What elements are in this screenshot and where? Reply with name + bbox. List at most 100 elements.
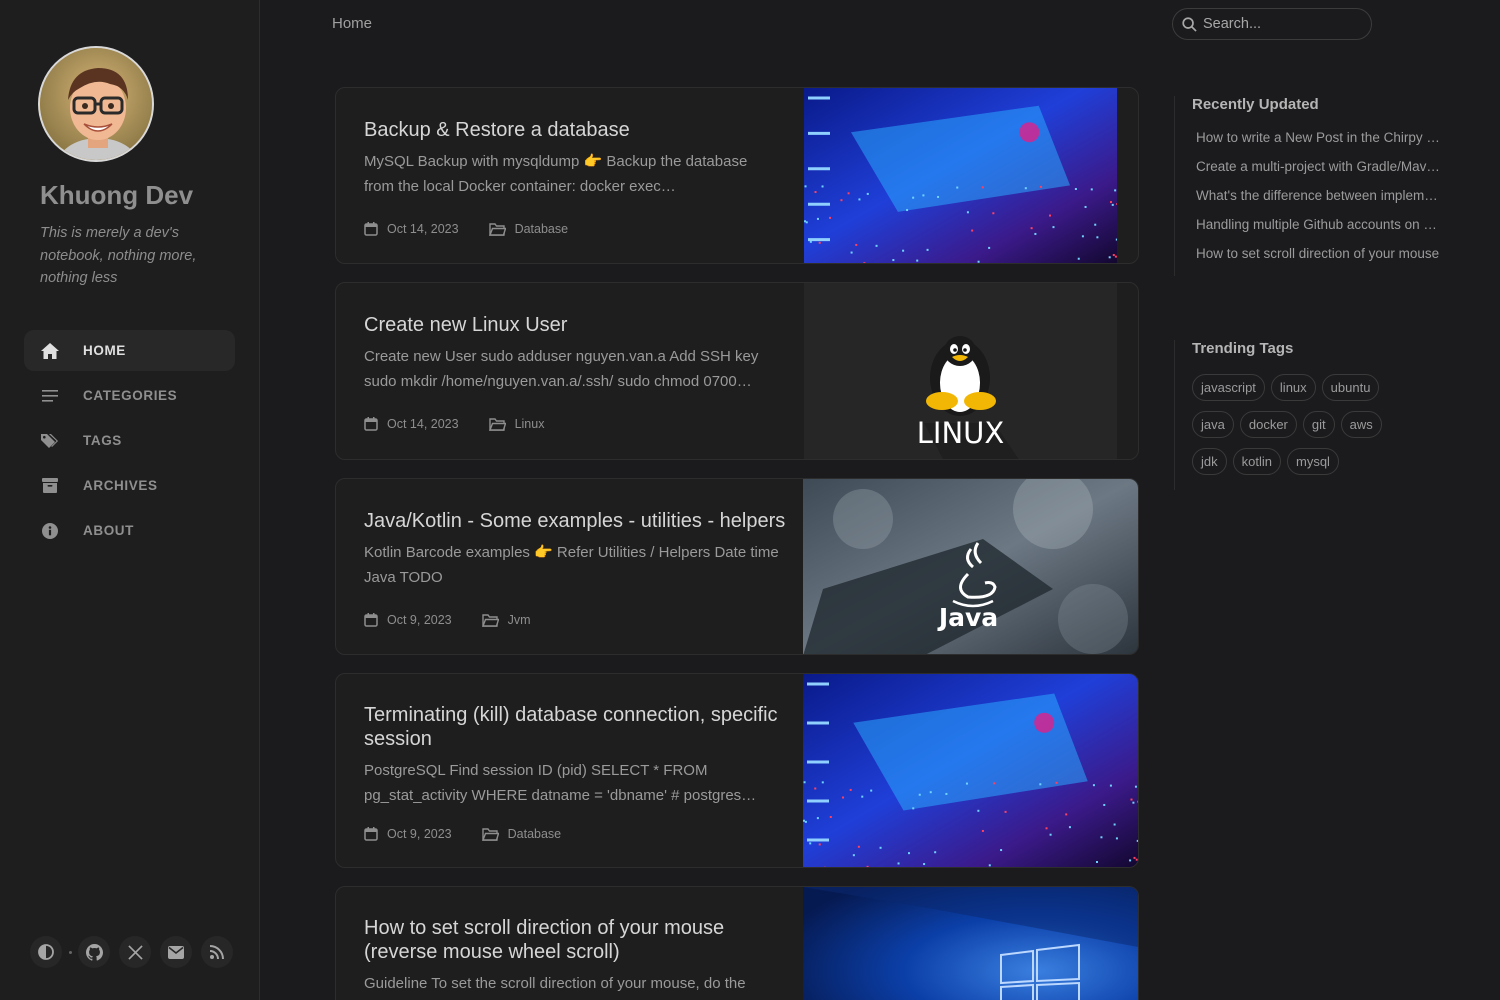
tags-icon — [40, 431, 60, 451]
tag-list: javascript linux ubuntu java docker git … — [1192, 374, 1392, 485]
post-category[interactable]: Database — [515, 222, 569, 236]
tag-pill[interactable]: linux — [1270, 374, 1316, 401]
archive-icon — [40, 476, 60, 496]
info-icon — [40, 521, 60, 541]
post-title[interactable]: How to set scroll direction of your mous… — [364, 916, 779, 964]
nav-item-tags[interactable]: TAGS — [24, 420, 235, 461]
post-body: Terminating (kill) database connection, … — [364, 674, 779, 841]
post-category[interactable]: Database — [508, 827, 562, 841]
post-title[interactable]: Terminating (kill) database connection, … — [364, 703, 779, 751]
post-card[interactable]: Java/Kotlin - Some examples - utilities … — [335, 478, 1139, 655]
calendar-icon — [364, 417, 378, 431]
post-category[interactable]: Jvm — [508, 613, 531, 627]
post-meta: Oct 9, 2023 Database — [364, 827, 561, 841]
rss-link[interactable] — [201, 936, 233, 968]
post-date: Oct 9, 2023 — [387, 613, 452, 627]
nav-label: CATEGORIES — [83, 388, 178, 403]
search-box[interactable] — [1172, 8, 1372, 40]
java-image: Java — [803, 479, 1138, 654]
tag-pill[interactable]: java — [1192, 411, 1234, 438]
folder-icon — [481, 827, 499, 841]
panel-heading: Trending Tags — [1192, 340, 1294, 357]
recent-post-link[interactable]: What's the difference between implementa… — [1192, 181, 1440, 210]
post-meta: Oct 9, 2023 Jvm — [364, 613, 531, 627]
sidebar: Khuong Dev This is merely a dev's notebo… — [0, 0, 260, 1000]
search-input[interactable] — [1203, 16, 1363, 32]
tag-pill[interactable]: kotlin — [1232, 448, 1281, 475]
tag-pill[interactable]: aws — [1340, 411, 1382, 438]
recent-post-link[interactable]: Create a multi-project with Gradle/Maven — [1192, 152, 1440, 181]
post-body: Java/Kotlin - Some examples - utilities … — [364, 479, 785, 627]
post-excerpt: Guideline To set the scroll direction of… — [364, 975, 746, 992]
sidebar-bottom — [30, 936, 242, 968]
linux-caption: LINUX — [916, 416, 1005, 450]
calendar-icon — [364, 613, 378, 627]
post-title[interactable]: Java/Kotlin - Some examples - utilities … — [364, 509, 794, 533]
avatar[interactable] — [38, 46, 154, 162]
post-list: Backup & Restore a database MySQL Backup… — [335, 87, 1139, 1000]
github-link[interactable] — [78, 936, 110, 968]
calendar-icon — [364, 222, 378, 236]
post-excerpt: Create new User sudo adduser nguyen.van.… — [364, 348, 759, 390]
divider-dot — [69, 950, 72, 954]
search-icon — [1182, 16, 1197, 32]
site-title[interactable]: Khuong Dev — [40, 180, 193, 211]
recently-updated: Recently Updated How to write a New Post… — [1174, 96, 1444, 276]
calendar-icon — [364, 827, 378, 841]
java-caption: Java — [938, 603, 999, 632]
nav-item-archives[interactable]: ARCHIVES — [24, 465, 235, 506]
list-icon — [40, 386, 60, 406]
nav-label: TAGS — [83, 433, 122, 448]
post-title[interactable]: Create new Linux User — [364, 313, 779, 337]
post-date: Oct 14, 2023 — [387, 417, 459, 431]
nav-item-home[interactable]: HOME — [24, 330, 235, 371]
sql-image — [803, 674, 1138, 867]
post-body: Create new Linux User Create new User su… — [364, 283, 779, 431]
post-date: Oct 9, 2023 — [387, 827, 452, 841]
nav-item-about[interactable]: ABOUT — [24, 510, 235, 551]
post-excerpt: MySQL Backup with mysqldump 👉 Backup the… — [364, 153, 748, 195]
post-card[interactable]: How to set scroll direction of your mous… — [335, 886, 1139, 1000]
recent-post-link[interactable]: How to write a New Post in the Chirpy th… — [1192, 123, 1440, 152]
nav-label: ARCHIVES — [83, 478, 158, 493]
tag-pill[interactable]: docker — [1239, 411, 1297, 438]
post-card[interactable]: Backup & Restore a database MySQL Backup… — [335, 87, 1139, 264]
post-meta: Oct 14, 2023 Database — [364, 222, 568, 236]
folder-icon — [488, 222, 506, 236]
sql-image — [804, 88, 1117, 263]
post-category[interactable]: Linux — [515, 417, 545, 431]
post-excerpt: PostgreSQL Find session ID (pid) SELECT … — [364, 762, 757, 804]
tag-pill[interactable]: javascript — [1192, 374, 1265, 401]
post-title[interactable]: Backup & Restore a database — [364, 118, 779, 142]
post-meta: Oct 14, 2023 Linux — [364, 417, 544, 431]
post-excerpt: Kotlin Barcode examples 👉 Refer Utilitie… — [364, 544, 779, 586]
home-icon — [40, 341, 60, 361]
post-body: Backup & Restore a database MySQL Backup… — [364, 88, 779, 236]
site-subtitle: This is merely a dev's notebook, nothing… — [40, 225, 197, 286]
breadcrumb: Home — [332, 15, 373, 32]
rss-icon — [210, 945, 224, 959]
theme-toggle-button[interactable] — [30, 936, 62, 968]
x-twitter-icon — [127, 944, 143, 960]
nav-label: HOME — [83, 343, 126, 358]
tag-pill[interactable]: mysql — [1286, 448, 1339, 475]
nav-item-categories[interactable]: CATEGORIES — [24, 375, 235, 416]
post-card[interactable]: Terminating (kill) database connection, … — [335, 673, 1139, 868]
post-date: Oct 14, 2023 — [387, 222, 459, 236]
trending-tags: Trending Tags javascript linux ubuntu ja… — [1174, 340, 1444, 490]
recent-post-link[interactable]: Handling multiple Github accounts on one… — [1192, 210, 1440, 239]
tag-pill[interactable]: git — [1302, 411, 1335, 438]
post-card[interactable]: Create new Linux User Create new User su… — [335, 282, 1139, 460]
tag-pill[interactable]: jdk — [1192, 448, 1227, 475]
nav-label: ABOUT — [83, 523, 134, 538]
tag-pill[interactable]: ubuntu — [1321, 374, 1380, 401]
recent-post-link[interactable]: How to set scroll direction of your mous… — [1192, 239, 1440, 268]
folder-icon — [481, 613, 499, 627]
github-icon — [85, 943, 103, 961]
folder-icon — [488, 417, 506, 431]
sidebar-nav: HOME CATEGORIES TAGS ARCHIVES ABOUT — [24, 330, 235, 555]
twitter-link[interactable] — [119, 936, 151, 968]
email-link[interactable] — [160, 936, 192, 968]
email-icon — [168, 945, 184, 959]
post-body: How to set scroll direction of your mous… — [364, 887, 779, 996]
